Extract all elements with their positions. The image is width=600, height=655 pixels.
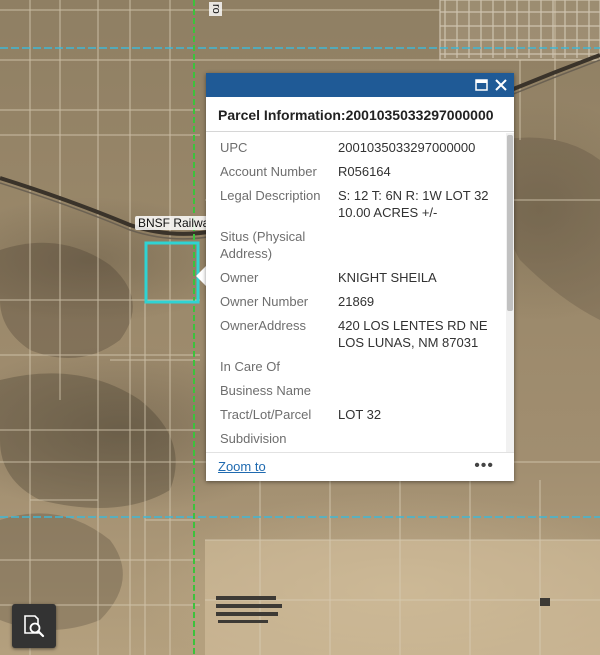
table-row: Legal Description S: 12 T: 6N R: 1W LOT … (216, 187, 506, 228)
rail-label: BNSF Railwa (135, 216, 213, 230)
parcel-popup: Parcel Information:2001035033297000000 U… (206, 73, 514, 481)
table-row: OwnerAddress 420 LOS LENTES RD NE LOS LU… (216, 317, 506, 358)
maximize-icon (474, 79, 488, 91)
road-label: ro (209, 2, 222, 16)
field-value: S: 12 T: 6N R: 1W LOT 32 10.00 ACRES +/- (338, 188, 489, 220)
close-button[interactable] (492, 76, 510, 94)
field-key: In Care Of (220, 359, 280, 374)
field-key: Business Name (220, 383, 312, 398)
field-key: OwnerAddress (220, 318, 306, 333)
selected-parcel[interactable] (144, 241, 200, 304)
field-value: 2001035033297000000 (338, 140, 476, 155)
field-value (334, 358, 506, 382)
field-value (334, 430, 506, 453)
table-row: Tract/Lot/Parcel LOT 32 (216, 406, 506, 430)
field-key: Situs (Physical Address) (220, 229, 306, 261)
zoom-to-link[interactable]: Zoom to (218, 459, 266, 474)
field-value: R056164 (338, 164, 391, 179)
search-document-icon (24, 615, 45, 638)
field-value: 420 LOS LENTES RD NE LOS LUNAS, NM 87031 (338, 318, 488, 350)
table-row: Subdivision (216, 430, 506, 453)
search-tool-button[interactable] (12, 604, 56, 648)
table-row: In Care Of (216, 358, 506, 382)
field-value: LOT 32 (338, 407, 382, 422)
field-key: Subdivision (220, 431, 287, 446)
table-row: UPC 2001035033297000000 (216, 139, 506, 163)
field-key: Legal Description (220, 188, 321, 203)
maximize-button[interactable] (472, 76, 490, 94)
field-key: Owner Number (220, 294, 309, 309)
popup-title: Parcel Information:2001035033297000000 (206, 97, 514, 132)
popup-footer: Zoom to ••• (206, 452, 514, 481)
more-actions-button[interactable]: ••• (474, 457, 494, 475)
field-key: Account Number (220, 164, 317, 179)
table-row: Owner KNIGHT SHEILA (216, 269, 506, 293)
ellipsis-icon: ••• (474, 457, 494, 474)
attribute-table: UPC 2001035033297000000 Account Number R… (216, 139, 506, 453)
field-key: Tract/Lot/Parcel (220, 407, 312, 422)
field-value (334, 228, 506, 269)
table-row: Business Name (216, 382, 506, 406)
field-value: KNIGHT SHEILA (338, 270, 437, 285)
popup-body[interactable]: UPC 2001035033297000000 Account Number R… (206, 133, 514, 453)
field-value (334, 382, 506, 406)
table-row: Situs (Physical Address) (216, 228, 506, 269)
field-key: Owner (220, 270, 259, 285)
field-key: UPC (220, 140, 248, 155)
popup-scrollbar[interactable] (506, 133, 514, 453)
popup-header (206, 73, 514, 97)
table-row: Owner Number 21869 (216, 293, 506, 317)
scrollbar-thumb[interactable] (507, 135, 513, 311)
field-value: 21869 (338, 294, 375, 309)
close-icon (495, 79, 507, 91)
table-row: Account Number R056164 (216, 163, 506, 187)
